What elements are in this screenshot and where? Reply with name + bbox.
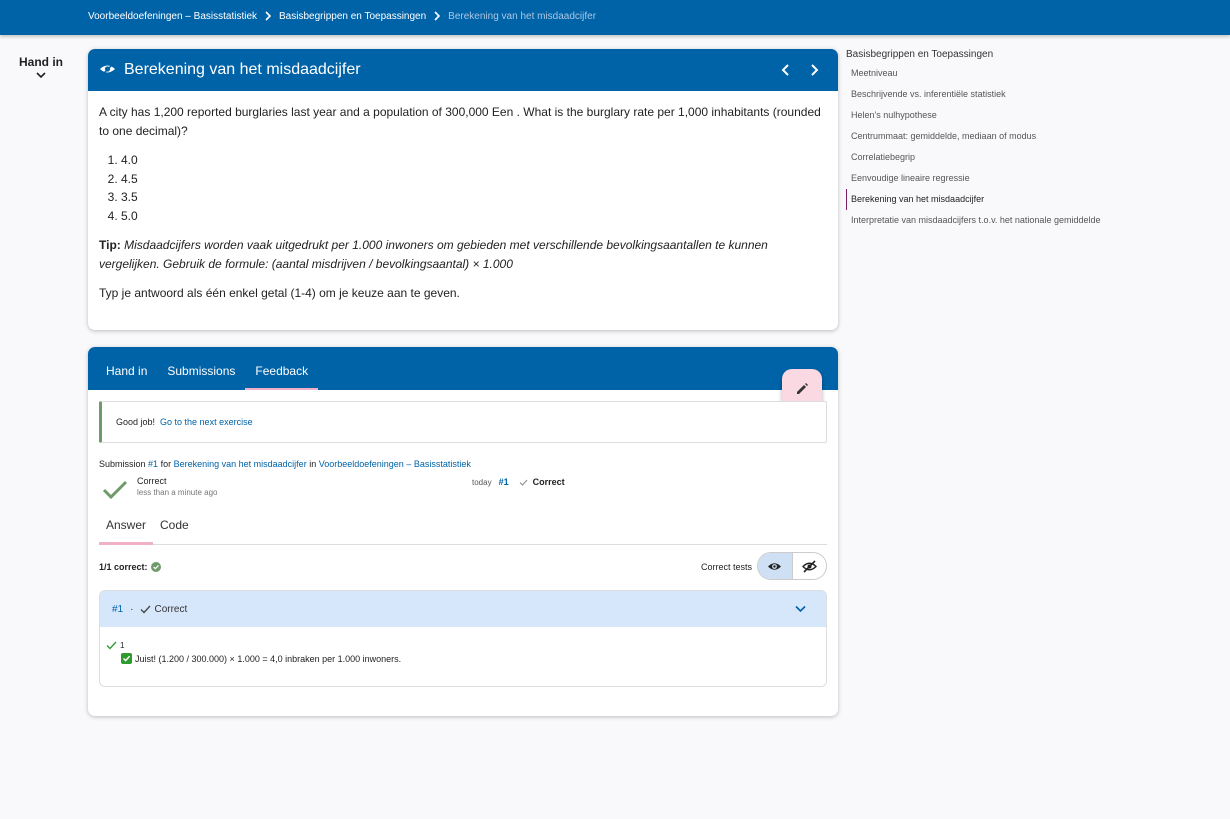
top-bar: Voorbeeldoefeningen – Basisstatistiek Ba… (0, 0, 1230, 35)
exercise-description: A city has 1,200 reported burglaries las… (88, 91, 838, 325)
submission-date: today (472, 477, 492, 487)
exercise-card: Berekening van het misdaadcijfer A city … (88, 49, 838, 330)
test-case-body: 1 Juist! (1.200 / 300.000) × 1.000 = 4,0… (100, 627, 826, 686)
correct-tests-label: Correct tests (700, 562, 752, 572)
submission-in: in (309, 459, 317, 469)
option-item: 4.5 (121, 170, 827, 189)
exercise-title: Berekening van het misdaadcijfer (124, 61, 361, 78)
tip-label: Tip: (99, 237, 121, 252)
submission-course-link[interactable]: Voorbeeldoefeningen – Basisstatistiek (319, 459, 471, 469)
test-case-header[interactable]: #1 · Correct (100, 591, 826, 627)
tab-code[interactable]: Code (153, 513, 196, 544)
feedback-tab-bar: Hand in Submissions Feedback (88, 347, 838, 390)
eye-off-icon (801, 559, 817, 573)
test-number: #1 (112, 603, 124, 615)
submission-summary: Submission #1 for Berekening van het mis… (99, 459, 471, 469)
chevron-right-icon (257, 11, 279, 22)
breadcrumb-current: Berekening van het misdaadcijfer (448, 11, 597, 22)
eye-icon (768, 562, 782, 570)
submission-exercise-link[interactable]: Berekening van het misdaadcijfer (174, 459, 307, 469)
series-nav-item[interactable]: Eenvoudige lineaire regressie (846, 168, 1126, 189)
submission-meta: today #1 Correct (472, 477, 565, 487)
series-nav-item[interactable]: Interpretatie van misdaadcijfers t.o.v. … (846, 210, 1126, 231)
pencil-icon (797, 383, 808, 394)
series-navigation: Basisbegrippen en Toepassingen Meetnivea… (846, 49, 1126, 231)
tab-submissions[interactable]: Submissions (157, 364, 245, 390)
next-exercise-link[interactable]: Go to the next exercise (160, 417, 253, 427)
check-icon (102, 480, 128, 500)
submission-for: for (160, 459, 172, 469)
option-item: 3.5 (121, 188, 827, 207)
side-hand-in-label: Hand in (19, 55, 63, 69)
series-nav-item[interactable]: Centrummaat: gemiddelde, mediaan of modu… (846, 126, 1126, 147)
correct-count: 1/1 correct: (99, 562, 161, 572)
check-icon (106, 641, 117, 650)
eye-icon (100, 63, 115, 76)
show-correct-tests-button[interactable] (758, 553, 792, 579)
status-text: Correct (137, 476, 167, 486)
series-nav-item[interactable]: Beschrijvende vs. inferentiële statistie… (846, 84, 1126, 105)
series-nav-item-active[interactable]: Berekening van het misdaadcijfer (846, 189, 1126, 210)
submission-meta-status: Correct (532, 477, 565, 487)
series-nav-heading[interactable]: Basisbegrippen en Toepassingen (846, 49, 1126, 60)
tip-text: Misdaadcijfers worden vaak uitgedrukt pe… (99, 237, 768, 271)
breadcrumb-course[interactable]: Voorbeeldoefeningen – Basisstatistiek (88, 11, 257, 22)
tab-hand-in[interactable]: Hand in (96, 364, 157, 390)
question-text: A city has 1,200 reported burglaries las… (99, 105, 821, 138)
tests-summary-row: 1/1 correct: Correct tests (99, 552, 827, 580)
alert-text: Good job! (116, 417, 156, 427)
series-nav-item[interactable]: Helen's nulhypothese (846, 105, 1126, 126)
test-separator: · (130, 603, 134, 615)
tip-paragraph: Tip: Misdaadcijfers worden vaak uitgedru… (99, 236, 827, 274)
check-circle-icon (150, 562, 161, 572)
chevron-down-icon (36, 72, 46, 79)
check-box-icon (121, 653, 132, 664)
next-exercise-icon[interactable] (806, 62, 822, 78)
breadcrumb: Voorbeeldoefeningen – Basisstatistiek Ba… (88, 11, 596, 22)
hide-correct-tests-button[interactable] (791, 553, 827, 579)
test-message-row: Juist! (1.200 / 300.000) × 1.000 = 4,0 i… (121, 653, 401, 664)
result-tab-bar: Answer Code (99, 513, 827, 545)
submission-number-link[interactable]: #1 (148, 459, 158, 469)
breadcrumb-series[interactable]: Basisbegrippen en Toepassingen (279, 11, 426, 22)
test-case-panel: #1 · Correct 1 Juist! (1.200 / 300.000) … (99, 590, 827, 687)
correct-tests-toggle (757, 552, 827, 580)
tab-answer[interactable]: Answer (99, 513, 154, 545)
status-time: less than a minute ago (137, 488, 218, 497)
previous-exercise-icon[interactable] (778, 62, 794, 78)
chevron-down-icon[interactable] (795, 605, 806, 613)
feedback-card: Hand in Submissions Feedback Good job! G… (88, 347, 838, 716)
option-item: 4.0 (121, 151, 827, 170)
series-nav-item[interactable]: Meetniveau (846, 63, 1126, 84)
side-hand-in-toggle[interactable]: Hand in (14, 55, 68, 79)
chevron-right-icon (426, 11, 448, 22)
tab-feedback[interactable]: Feedback (245, 364, 318, 390)
correct-count-text: 1/1 correct: (99, 562, 148, 572)
success-alert: Good job! Go to the next exercise (99, 401, 827, 443)
check-icon (141, 605, 151, 613)
answer-options: 4.0 4.5 3.5 5.0 (121, 151, 827, 226)
check-icon (519, 479, 527, 486)
series-nav-item[interactable]: Correlatiebegrip (846, 147, 1126, 168)
test-input: 1 (120, 641, 125, 650)
option-item: 5.0 (121, 207, 827, 226)
test-status: Correct (154, 603, 188, 615)
submission-prefix: Submission (99, 459, 146, 469)
submission-meta-number[interactable]: #1 (499, 477, 509, 487)
test-message: Juist! (1.200 / 300.000) × 1.000 = 4,0 i… (135, 653, 402, 664)
instruction-text: Typ je antwoord als één enkel getal (1-4… (99, 285, 460, 300)
exercise-header: Berekening van het misdaadcijfer (88, 49, 838, 91)
test-input-row: 1 (106, 641, 124, 650)
